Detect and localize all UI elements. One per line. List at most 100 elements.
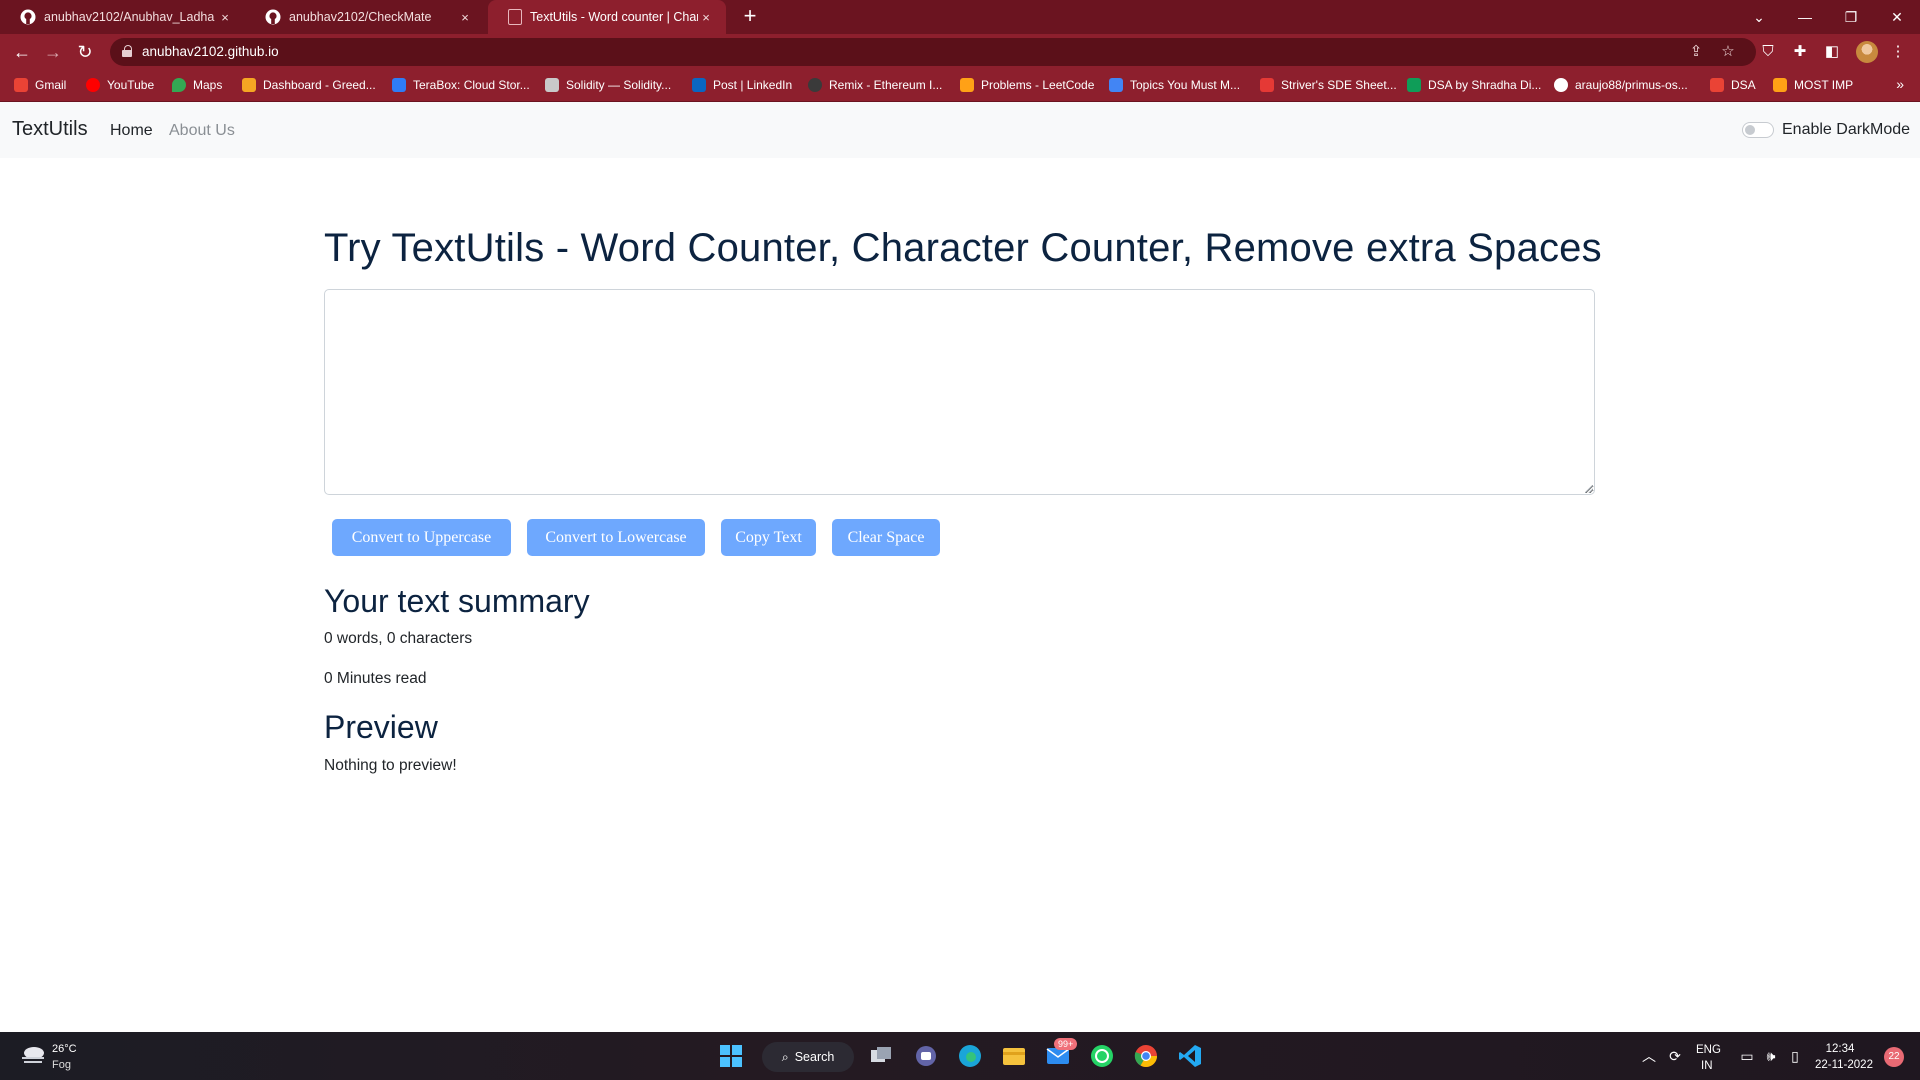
bookmarks-bar: Gmail YouTube Maps Dashboard - Greed... … <box>0 70 1920 102</box>
bookmark-dsa-shradha[interactable]: DSA by Shradha Di... <box>1407 78 1541 92</box>
cloud-icon <box>392 78 406 92</box>
bookmark-label: DSA by Shradha Di... <box>1428 78 1542 92</box>
language-indicator[interactable]: ENG <box>1696 1044 1721 1056</box>
darkmode-toggle[interactable] <box>1742 122 1774 138</box>
browser-toolbar: ← → ↻ anubhav2102.github.io ⇪ ☆ ⛉ ✚ ◧ ⋮ <box>0 34 1920 70</box>
tab-checkmate[interactable]: anubhav2102/CheckMate × <box>245 0 485 34</box>
bookmark-maps[interactable]: Maps <box>172 78 222 92</box>
striver-icon <box>1260 78 1274 92</box>
text-input[interactable] <box>324 289 1595 495</box>
bookmark-topics[interactable]: Topics You Must M... <box>1109 78 1240 92</box>
battery-icon[interactable]: ▯ <box>1786 1047 1804 1065</box>
convert-lowercase-button[interactable]: Convert to Lowercase <box>527 519 705 556</box>
tab-anubhav-ladha[interactable]: anubhav2102/Anubhav_Ladha × <box>0 0 245 34</box>
sync-icon[interactable]: ⟳ <box>1666 1047 1684 1065</box>
summary-heading: Your text summary <box>324 583 590 619</box>
bookmark-most-imp[interactable]: MOST IMP <box>1773 78 1853 92</box>
task-view-icon[interactable] <box>866 1041 896 1071</box>
profile-avatar[interactable] <box>1856 41 1878 63</box>
tab-search-icon[interactable]: ⌄ <box>1736 0 1782 34</box>
close-window-icon[interactable]: ✕ <box>1874 0 1920 34</box>
windows-taskbar: 26°C Fog ⌕ Search 99+ ︿ ⟳ ENG IN ▭ 🕪 ▯ 12… <box>0 1032 1920 1080</box>
file-explorer-icon[interactable] <box>999 1041 1029 1071</box>
chrome-icon[interactable] <box>1131 1041 1161 1071</box>
network-icon[interactable]: ▭ <box>1738 1047 1756 1065</box>
notification-badge[interactable]: 22 <box>1884 1047 1904 1067</box>
clock-time[interactable]: 12:34 <box>1815 1043 1865 1055</box>
bookmark-label: TeraBox: Cloud Stor... <box>413 78 530 92</box>
gmail-icon <box>1710 78 1724 92</box>
bookmark-label: Remix - Ethereum I... <box>829 78 943 92</box>
address-bar[interactable]: anubhav2102.github.io ⇪ ☆ <box>110 38 1756 66</box>
bookmark-star-icon[interactable]: ☆ <box>1718 42 1738 62</box>
site-navbar: TextUtils Home About Us Enable DarkMode <box>0 102 1920 158</box>
tab-title: anubhav2102/Anubhav_Ladha <box>44 10 215 24</box>
bookmark-label: MOST IMP <box>1794 78 1854 92</box>
url-text: anubhav2102.github.io <box>142 44 279 59</box>
browser-tab-strip: anubhav2102/Anubhav_Ladha × anubhav2102/… <box>0 0 1920 34</box>
bookmark-terabox[interactable]: TeraBox: Cloud Stor... <box>392 78 530 92</box>
whatsapp-icon[interactable] <box>1087 1041 1117 1071</box>
bookmark-dashboard[interactable]: Dashboard - Greed... <box>242 78 376 92</box>
linkedin-icon <box>692 78 706 92</box>
convert-uppercase-button[interactable]: Convert to Uppercase <box>332 519 511 556</box>
menu-icon[interactable]: ⋮ <box>1888 42 1908 62</box>
close-tab-icon[interactable]: × <box>457 10 473 25</box>
bookmark-leetcode[interactable]: Problems - LeetCode <box>960 78 1094 92</box>
maps-icon <box>172 78 186 92</box>
lock-icon <box>122 45 132 57</box>
nav-about-link[interactable]: About Us <box>169 122 235 140</box>
region-indicator[interactable]: IN <box>1701 1060 1713 1072</box>
bookmark-label: Solidity — Solidity... <box>566 78 672 92</box>
back-icon[interactable]: ← <box>10 40 34 64</box>
clock-date[interactable]: 22-11-2022 <box>1815 1059 1873 1071</box>
site-brand[interactable]: TextUtils <box>12 118 88 141</box>
page-icon <box>508 9 522 25</box>
nav-home-link[interactable]: Home <box>110 122 153 140</box>
clear-space-button[interactable]: Clear Space <box>832 519 940 556</box>
close-tab-icon[interactable]: × <box>217 10 233 25</box>
start-menu-icon[interactable] <box>716 1041 746 1071</box>
minimize-icon[interactable]: — <box>1782 0 1828 34</box>
vscode-icon[interactable] <box>1175 1041 1205 1071</box>
shield-extension-icon[interactable]: ⛉ <box>1758 42 1778 62</box>
fog-weather-icon[interactable] <box>20 1046 46 1064</box>
bookmark-striver[interactable]: Striver's SDE Sheet... <box>1260 78 1397 92</box>
bookmark-solidity[interactable]: Solidity — Solidity... <box>545 78 671 92</box>
tab-title: anubhav2102/CheckMate <box>289 10 432 24</box>
teams-chat-icon[interactable] <box>911 1041 941 1071</box>
github-icon <box>20 9 36 25</box>
bookmark-dsa[interactable]: DSA <box>1710 78 1756 92</box>
resize-handle-icon[interactable] <box>1585 485 1593 493</box>
summary-counts: 0 words, 0 characters <box>324 630 473 647</box>
side-panel-icon[interactable]: ◧ <box>1822 42 1842 62</box>
solidity-icon <box>545 78 559 92</box>
bookmark-primus[interactable]: araujo88/primus-os... <box>1554 78 1688 92</box>
share-icon[interactable]: ⇪ <box>1686 42 1706 62</box>
tab-title: TextUtils - Word counter | Charac <box>530 10 698 24</box>
bookmark-gmail[interactable]: Gmail <box>14 78 66 92</box>
tab-textutils[interactable]: TextUtils - Word counter | Charac × <box>488 0 726 34</box>
show-hidden-icons-icon[interactable]: ︿ <box>1640 1047 1658 1065</box>
edge-browser-icon[interactable] <box>955 1041 985 1071</box>
bookmark-label: araujo88/primus-os... <box>1575 78 1688 92</box>
preview-text: Nothing to preview! <box>324 757 457 774</box>
reload-icon[interactable]: ↻ <box>73 40 97 64</box>
bookmark-label: Maps <box>193 78 223 92</box>
copy-text-button[interactable]: Copy Text <box>721 519 816 556</box>
youtube-icon <box>86 78 100 92</box>
bookmark-linkedin[interactable]: Post | LinkedIn <box>692 78 792 92</box>
new-tab-button[interactable]: + <box>738 5 762 29</box>
extensions-icon[interactable]: ✚ <box>1790 42 1810 62</box>
volume-icon[interactable]: 🕪 <box>1762 1047 1780 1065</box>
github-icon <box>1554 78 1568 92</box>
darkmode-label: Enable DarkMode <box>1782 121 1911 138</box>
more-bookmarks-icon[interactable]: » <box>1896 76 1904 92</box>
bookmark-youtube[interactable]: YouTube <box>86 78 154 92</box>
docs-icon <box>1109 78 1123 92</box>
forward-icon[interactable]: → <box>41 40 65 64</box>
close-tab-icon[interactable]: × <box>698 10 714 25</box>
restore-icon[interactable]: ❐ <box>1828 0 1874 34</box>
bookmark-remix[interactable]: Remix - Ethereum I... <box>808 78 942 92</box>
taskbar-search[interactable]: ⌕ Search <box>762 1042 854 1072</box>
